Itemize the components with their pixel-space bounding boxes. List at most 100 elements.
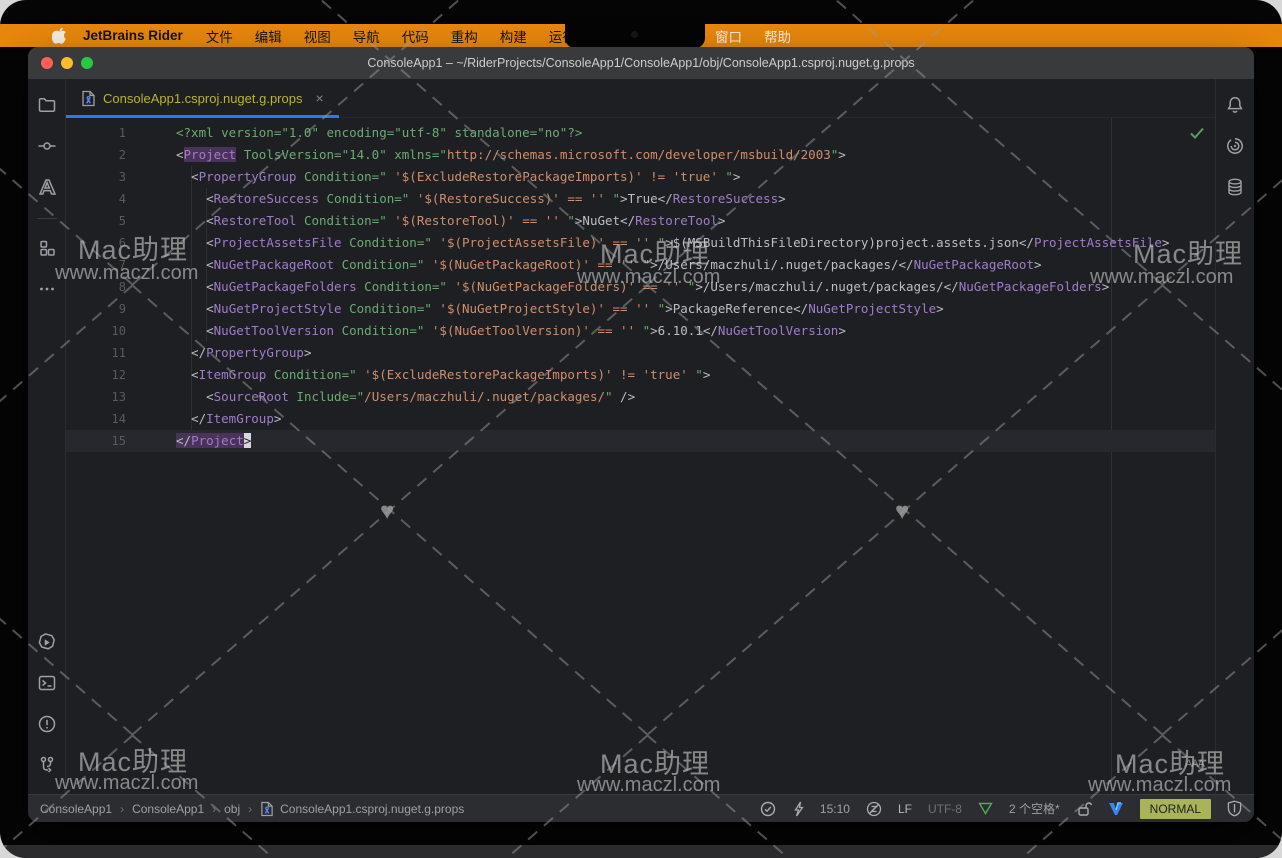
line-number[interactable]: 6	[66, 232, 148, 254]
line-number[interactable]: 5	[66, 210, 148, 232]
code-line[interactable]: 6 <ProjectAssetsFile Condition=" '$(Proj…	[66, 232, 1215, 254]
caret-position[interactable]: 15:10	[820, 802, 850, 816]
project-folder-icon[interactable]	[35, 93, 59, 117]
window-title: ConsoleApp1 – ~/RiderProjects/ConsoleApp…	[367, 56, 914, 70]
menu-item[interactable]: 代码	[402, 26, 429, 46]
breadcrumb-item[interactable]: ConsoleApp1	[40, 802, 112, 816]
breadcrumb-item[interactable]: ConsoleApp1	[132, 802, 204, 816]
tab-label: ConsoleApp1.csproj.nuget.g.props	[103, 91, 302, 106]
line-number[interactable]: 15	[66, 430, 148, 452]
menu-items-left: 文件编辑视图导航代码重构构建运行	[195, 26, 587, 46]
code-text: <NuGetProjectStyle Condition=" '$(NuGetP…	[148, 298, 944, 320]
code-text: <ProjectAssetsFile Condition=" '$(Projec…	[148, 232, 1169, 254]
code-line[interactable]: 9 <NuGetProjectStyle Condition=" '$(NuGe…	[66, 298, 1215, 320]
window-title-bar[interactable]: ConsoleApp1 – ~/RiderProjects/ConsoleApp…	[28, 47, 1254, 79]
code-text: <NuGetToolVersion Condition=" '$(NuGetTo…	[148, 320, 846, 342]
shield-icon[interactable]	[1227, 800, 1242, 817]
commit-icon[interactable]	[35, 134, 59, 158]
line-number[interactable]: 14	[66, 408, 148, 430]
menu-item[interactable]: 文件	[206, 26, 233, 46]
inspections-ok-icon[interactable]	[760, 801, 776, 817]
line-number[interactable]: 2	[66, 144, 148, 166]
ai-assistant-icon[interactable]	[1223, 134, 1247, 158]
line-number[interactable]: 11	[66, 342, 148, 364]
code-text: </Project>	[148, 430, 251, 452]
menu-item[interactable]: 构建	[500, 26, 527, 46]
notifications-bell-icon[interactable]	[1223, 93, 1247, 117]
run-icon[interactable]	[35, 630, 59, 654]
line-number[interactable]: 1	[66, 122, 148, 144]
code-text: <PropertyGroup Condition=" '$(ExcludeRes…	[148, 166, 740, 188]
vim-mode-badge[interactable]: NORMAL	[1140, 799, 1211, 819]
code-line[interactable]: 3 <PropertyGroup Condition=" '$(ExcludeR…	[66, 166, 1215, 188]
code-line[interactable]: 12 <ItemGroup Condition=" '$(ExcludeRest…	[66, 364, 1215, 386]
code-text: <NuGetPackageFolders Condition=" '$(NuGe…	[148, 276, 1109, 298]
inspection-clean-check-icon[interactable]	[1189, 126, 1205, 140]
code-editor[interactable]: 1<?xml version="1.0" encoding="utf-8" st…	[66, 118, 1215, 794]
z-crossed-icon[interactable]	[866, 801, 882, 817]
menu-item[interactable]: 导航	[353, 26, 380, 46]
menu-item[interactable]: 视图	[304, 26, 331, 46]
line-number[interactable]: 3	[66, 166, 148, 188]
left-tool-strip	[28, 79, 66, 794]
tab-consoleapp1-props[interactable]: ConsoleApp1.csproj.nuget.g.props ×	[66, 79, 339, 117]
problems-icon[interactable]	[35, 712, 59, 736]
triangle-down-icon[interactable]	[978, 802, 993, 815]
code-line[interactable]: 14 </ItemGroup>	[66, 408, 1215, 430]
props-file-icon	[260, 801, 274, 817]
apple-menu-icon[interactable]	[52, 27, 67, 44]
code-line[interactable]: 4 <RestoreSuccess Condition=" '$(Restore…	[66, 188, 1215, 210]
menu-item[interactable]: 窗口	[715, 26, 742, 46]
file-encoding[interactable]: UTF-8	[928, 802, 962, 816]
structure-icon[interactable]	[35, 236, 59, 260]
menu-item[interactable]: 重构	[451, 26, 478, 46]
breadcrumb-file[interactable]: ConsoleApp1.csproj.nuget.g.props	[260, 801, 464, 817]
indent-setting[interactable]: 2 个空格*	[1009, 800, 1060, 817]
letter-a-icon[interactable]	[35, 175, 59, 199]
zoom-window-button[interactable]	[81, 57, 93, 69]
code-line[interactable]: 7 <NuGetPackageRoot Condition=" '$(NuGet…	[66, 254, 1215, 276]
code-line[interactable]: 1<?xml version="1.0" encoding="utf-8" st…	[66, 122, 1215, 144]
minimize-window-button[interactable]	[61, 57, 73, 69]
menu-items-right: 窗口 帮助	[704, 24, 802, 47]
code-text: </ItemGroup>	[148, 408, 281, 430]
tab-close-icon[interactable]: ×	[315, 90, 323, 106]
line-number[interactable]: 10	[66, 320, 148, 342]
code-line[interactable]: 10 <NuGetToolVersion Condition=" '$(NuGe…	[66, 320, 1215, 342]
git-branch-icon[interactable]	[35, 753, 59, 777]
line-number[interactable]: 8	[66, 276, 148, 298]
code-line[interactable]: 2<Project ToolsVersion="14.0" xmlns="htt…	[66, 144, 1215, 166]
code-line[interactable]: 13 <SourceRoot Include="/Users/maczhuli/…	[66, 386, 1215, 408]
code-line[interactable]: 15</Project>	[66, 430, 1215, 452]
line-number[interactable]: 9	[66, 298, 148, 320]
code-text: <RestoreSuccess Condition=" '$(RestoreSu…	[148, 188, 786, 210]
database-icon[interactable]	[1223, 175, 1247, 199]
code-line[interactable]: 8 <NuGetPackageFolders Condition=" '$(Nu…	[66, 276, 1215, 298]
traffic-lights	[41, 57, 93, 69]
menu-item[interactable]: 帮助	[764, 26, 791, 46]
line-number[interactable]: 7	[66, 254, 148, 276]
terminal-icon[interactable]	[35, 671, 59, 695]
code-text: <Project ToolsVersion="14.0" xmlns="http…	[148, 144, 846, 166]
line-separator[interactable]: LF	[898, 802, 912, 816]
code-line[interactable]: 5 <RestoreTool Condition=" '$(RestoreToo…	[66, 210, 1215, 232]
unlocked-icon[interactable]	[1076, 801, 1092, 817]
menu-item[interactable]: 编辑	[255, 26, 282, 46]
line-number[interactable]: 13	[66, 386, 148, 408]
code-text: <RestoreTool Condition=" '$(RestoreTool)…	[148, 210, 725, 232]
breadcrumb-file-label: ConsoleApp1.csproj.nuget.g.props	[280, 802, 464, 816]
line-number[interactable]: 4	[66, 188, 148, 210]
screenshot-stage: JetBrains Rider 文件编辑视图导航代码重构构建运行 窗口帮助 Co…	[0, 0, 1282, 858]
code-text: <?xml version="1.0" encoding="utf-8" sta…	[148, 122, 582, 144]
line-number[interactable]: 12	[66, 364, 148, 386]
breadcrumb-item[interactable]: obj	[224, 802, 240, 816]
close-window-button[interactable]	[41, 57, 53, 69]
camera-notch	[565, 24, 705, 48]
power-lightning-icon[interactable]	[792, 801, 804, 817]
code-line[interactable]: 11 </PropertyGroup>	[66, 342, 1215, 364]
ideavim-icon[interactable]	[1108, 802, 1124, 816]
more-tools-icon[interactable]	[35, 277, 59, 301]
code-text: <ItemGroup Condition=" '$(ExcludeRestore…	[148, 364, 710, 386]
mac-screen: JetBrains Rider 文件编辑视图导航代码重构构建运行 窗口帮助 Co…	[0, 0, 1282, 858]
menu-app-name[interactable]: JetBrains Rider	[83, 28, 183, 43]
